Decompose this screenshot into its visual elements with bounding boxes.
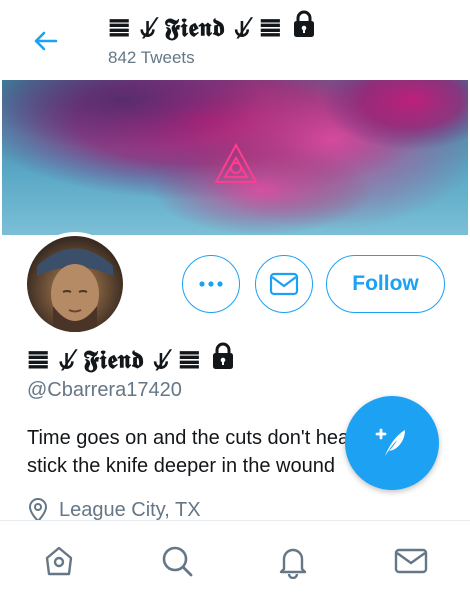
more-icon — [199, 281, 223, 287]
message-button[interactable] — [255, 255, 313, 313]
handle: @Cbarrera17420 — [27, 379, 182, 401]
nav-notifications[interactable] — [273, 541, 313, 581]
notifications-icon — [279, 548, 307, 579]
search-icon — [162, 546, 193, 577]
compose-tweet-button[interactable] — [345, 396, 439, 490]
mail-icon — [269, 272, 299, 296]
avatar[interactable] — [23, 232, 127, 336]
more-button[interactable] — [182, 255, 240, 313]
back-button[interactable] — [28, 24, 62, 58]
profile-banner[interactable] — [2, 80, 468, 235]
tweet-count: 842 Tweets — [108, 48, 195, 67]
compose-tweet-icon — [375, 428, 405, 456]
location-text: League City, TX — [59, 498, 201, 521]
display-name: 𝌆 ⫝̸ 𝕱𝖎𝖊𝖓𝖉 ⫝̸ 𝌆 — [27, 342, 236, 375]
messages-icon — [394, 548, 428, 574]
nav-messages[interactable] — [391, 541, 431, 581]
profile-header: 𝌆 ⫝̸ 𝕱𝖎𝖊𝖓𝖉 ⫝̸ 𝌆 842 Tweets — [0, 0, 470, 80]
follow-button[interactable]: Follow — [326, 255, 445, 313]
back-arrow-icon — [34, 31, 58, 51]
lock-icon — [213, 342, 234, 369]
lock-icon — [294, 10, 315, 37]
bottom-navigation — [0, 520, 470, 601]
avatar-photo — [27, 236, 123, 332]
nav-home[interactable] — [39, 541, 79, 581]
display-name-text: 𝌆 ⫝̸ 𝕱𝖎𝖊𝖓𝖉 ⫝̸ 𝌆 — [27, 345, 201, 374]
header-title: 𝌆 ⫝̸ 𝕱𝖎𝖊𝖓𝖉 ⫝̸ 𝌆 — [108, 10, 317, 43]
home-icon — [45, 546, 73, 576]
nav-search[interactable] — [157, 541, 197, 581]
banner-image — [2, 80, 468, 235]
header-title-text: 𝌆 ⫝̸ 𝕱𝖎𝖊𝖓𝖉 ⫝̸ 𝌆 — [108, 13, 282, 42]
